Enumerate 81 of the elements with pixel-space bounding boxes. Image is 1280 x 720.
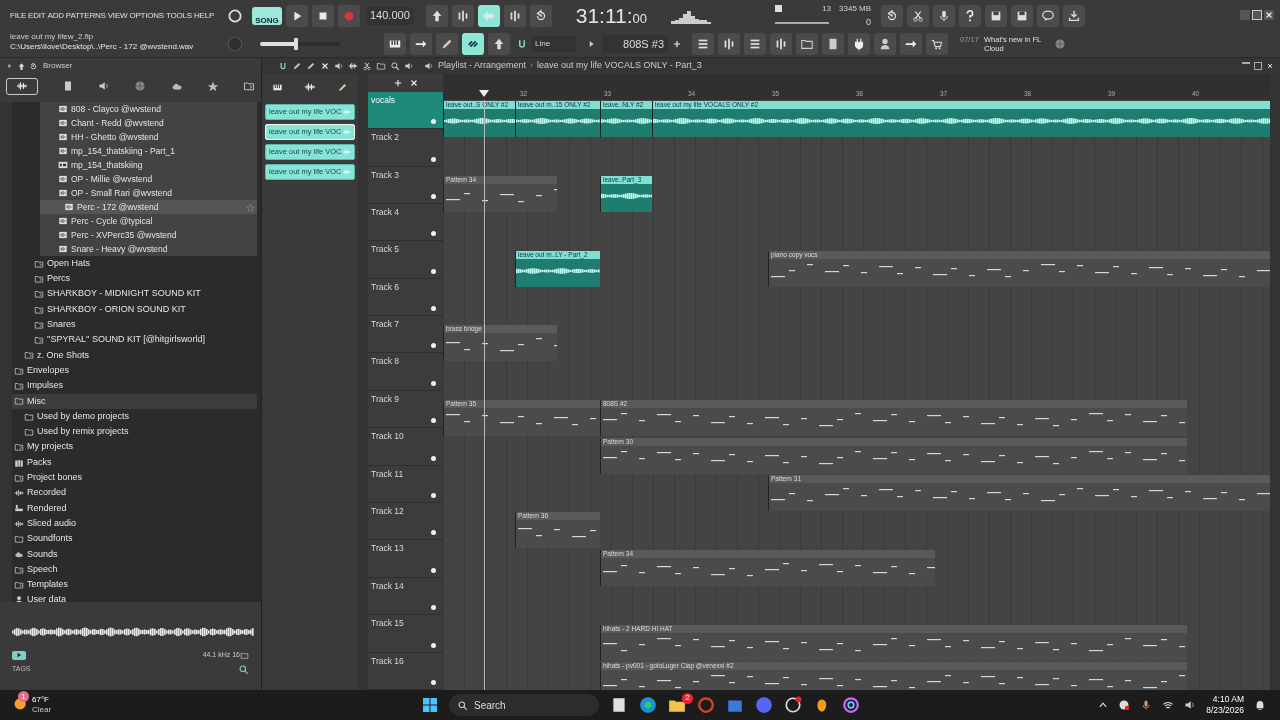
folder-entry[interactable]: Snares [12, 317, 257, 333]
folder-entry[interactable]: Impulses [12, 378, 257, 394]
track-name: Track 11 [371, 467, 404, 481]
track-name: Track 12 [371, 505, 404, 518]
time-display: 31:11: [575, 4, 633, 27]
menu-item[interactable]: PATTERNS [65, 10, 106, 22]
track-name: Track 13 [371, 542, 404, 556]
menu-item[interactable]: EDIT [28, 10, 46, 22]
folder-entry[interactable]: Packs [12, 454, 257, 471]
folder-entry[interactable]: SHARKBOY - MIDNIGHT SOUND KIT [12, 286, 257, 302]
browser-title: Browser [43, 60, 73, 72]
track-name: Track 9 [371, 392, 400, 406]
folder-entry[interactable]: Speech [12, 561, 257, 578]
folder-entry[interactable]: ''SPYRAL'' SOUND KIT [@hitgirlsworld] [12, 332, 257, 348]
time-centiseconds: 00 [632, 10, 648, 27]
sample-entry[interactable]: mp_154_thatskiing - Part_1 [40, 144, 257, 158]
menu-item[interactable]: TOOLS [166, 10, 192, 22]
sample-entry[interactable]: OP - Small Rari @wvstend [40, 186, 257, 200]
playlist-title: Playlist - Arrangement [438, 59, 527, 73]
folder-entry[interactable]: User data [12, 592, 257, 602]
sample-entry[interactable]: 808 - Clayco @wvstend [40, 102, 257, 116]
song-mode-button[interactable]: SONG [252, 6, 282, 25]
folder-entry[interactable]: Templates [12, 577, 257, 593]
folder-entry[interactable]: Used by demo projects [12, 408, 257, 425]
menu-item[interactable]: FILE [10, 10, 27, 22]
track-name: Track 7 [371, 318, 400, 331]
menu-item[interactable]: VIEW [107, 10, 128, 22]
folder-entry[interactable]: My projects [12, 439, 257, 455]
folder-entry[interactable]: Rendered [12, 500, 257, 517]
folder-entry[interactable]: Open Hats [12, 256, 257, 272]
menu-item[interactable]: OPTIONS [129, 10, 164, 22]
search-field[interactable]: Search [449, 694, 599, 716]
sample-entry[interactable]: Perc - Cycle @typical [40, 214, 257, 228]
track-name: Track 5 [371, 243, 400, 257]
breadcrumb-separator: › [530, 59, 534, 73]
folder-entry[interactable]: Envelopes [12, 363, 257, 379]
track-name: Track 4 [371, 205, 400, 219]
track-name: Track 15 [371, 617, 404, 630]
sample-entry[interactable]: HH - Ghetto @wvstend [40, 130, 257, 144]
track-name: Track 10 [371, 430, 404, 443]
folder-entry[interactable]: Soundfonts [12, 531, 257, 547]
folder-entry[interactable]: Project bones [12, 470, 257, 486]
track-name: Track 2 [371, 131, 400, 144]
folder-entry[interactable]: Misc [12, 393, 257, 409]
tempo-display[interactable]: 140.000 [366, 6, 414, 25]
folder-entry[interactable]: Sounds [12, 546, 257, 562]
sample-entry[interactable]: Perc - XVPerc35 @wvstend [40, 228, 257, 242]
clock-time: 4:10 AM [1212, 694, 1244, 705]
menu-item[interactable]: ADD [47, 10, 64, 22]
notification-badge: 2 [682, 692, 693, 704]
track-name: Track 16 [371, 654, 404, 668]
sample-entry[interactable]: mp_154_thatskiing [40, 158, 257, 172]
pattern-name: leave out my life VOCALS ONLY - Part_3 [537, 59, 702, 73]
folder-entry[interactable]: Recorded [12, 485, 257, 501]
cpu-count: 0 [865, 15, 872, 29]
weather-temperature: 67°F [32, 695, 50, 705]
snap-dropdown[interactable]: Line [532, 36, 576, 53]
sample-entry[interactable]: OP - Millie @wvstend [40, 172, 257, 186]
track-name: Track 6 [371, 280, 400, 294]
memory-usage: 3345 MB [839, 2, 872, 15]
clock-date: 8/23/2026 [1206, 705, 1244, 716]
track-header[interactable]: vocals [368, 91, 443, 130]
polyphony-count: 13 [822, 2, 832, 15]
track-name: vocals [371, 93, 396, 107]
pattern-selector[interactable]: 808S #3 [602, 35, 668, 54]
folder-entry[interactable]: z. One Shots [12, 347, 257, 364]
notification-badge: 1 [18, 691, 29, 702]
folder-entry[interactable]: Sliced audio [12, 516, 257, 532]
folder-entry[interactable]: SHARKBOY - ORION SOUND KIT [12, 301, 257, 318]
sample-entry[interactable]: Snare - Heavy @wvstend [40, 242, 257, 256]
folder-entry[interactable]: Used by remix projects [12, 424, 257, 440]
track-name: Track 3 [371, 168, 400, 182]
menu-item[interactable]: HELP [194, 10, 215, 22]
sample-entry[interactable]: Chant - Redd @wvstend [40, 116, 257, 130]
hint-title: leave out my lifew_2.flp [10, 32, 95, 42]
folder-entry[interactable]: Percs [12, 271, 257, 287]
sample-entry[interactable]: Perc - 172 @wvstend [40, 200, 257, 214]
hint-path: C:\Users\ilove\Desktop\..\Perc - 172 @wvstend.wav [10, 42, 195, 52]
track-name: Track 8 [371, 355, 400, 369]
weather-condition: Clear [32, 705, 52, 715]
track-name: Track 14 [371, 579, 404, 593]
